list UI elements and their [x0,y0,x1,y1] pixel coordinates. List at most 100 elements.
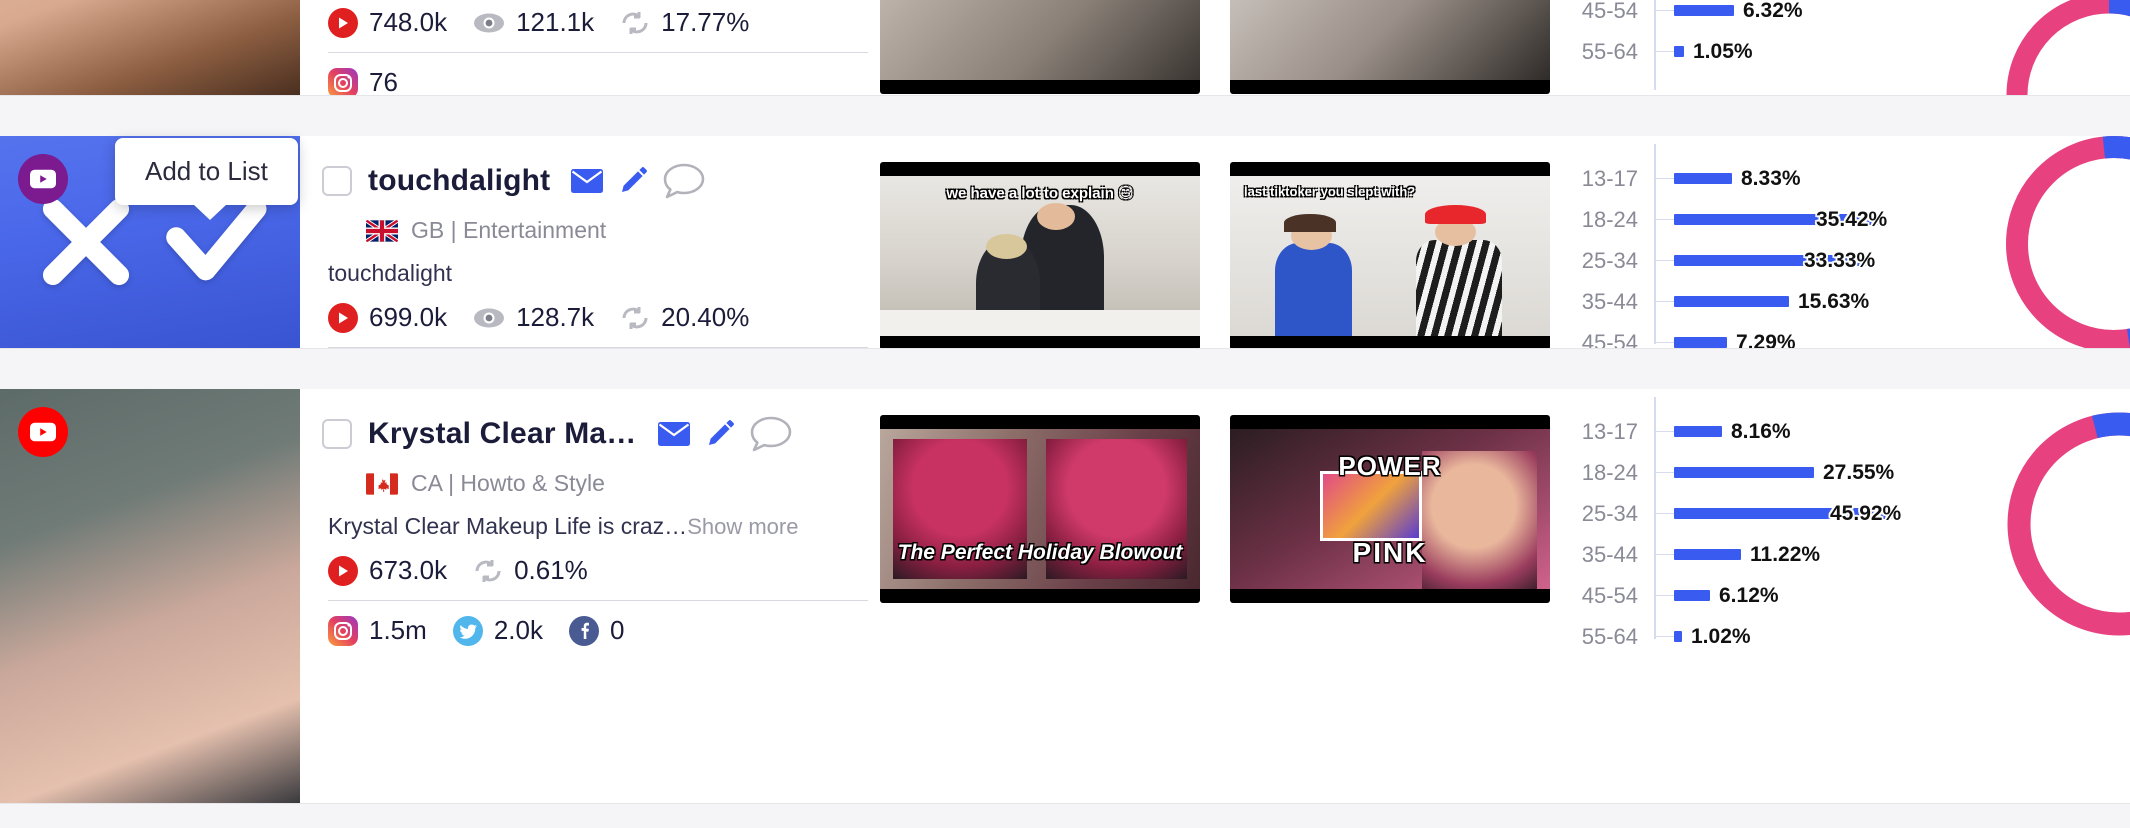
influencer-info: touchdalight GB | Entertainment touchdal… [300,136,880,393]
stat-item: 128.7k [473,302,594,333]
action-icons [657,415,793,453]
twitter-icon [452,615,483,646]
stats-row: 673.0k 0.61% [328,555,880,586]
bar-value: 35.42% [1816,207,1888,231]
thumbnail-caption: we have a lot to explain 😅 [946,185,1134,202]
row-separator [0,95,2130,137]
thumbnails [880,0,1560,95]
pencil-icon[interactable] [618,166,648,196]
social-item[interactable]: 1.5m [328,615,427,646]
video-thumbnail[interactable]: we have a lot to explain 😅 [880,162,1200,350]
age-label: 35-44 [1581,541,1638,567]
social-item[interactable]: 76 [328,67,398,98]
avatar[interactable] [0,389,300,803]
description: Krystal Clear Makeup Life is craz… Show … [328,513,880,540]
mail-icon[interactable] [657,421,691,447]
influencer-row[interactable]: 748.0k 121.1k 17.77% 76 45-54 6.32% 55-6… [0,0,2130,198]
age-label: 35-44 [1581,288,1638,314]
description: touchdalight [328,260,880,287]
tooltip-label: Add to List [145,156,268,186]
video-thumbnail[interactable]: POWER PINK [1230,415,1550,603]
bar-value: 8.33% [1741,166,1801,190]
social-item[interactable]: 2.0k [452,615,543,646]
stats-row: 748.0k 121.1k 17.77% [328,7,880,38]
gender-donut-chart: F M [1950,389,2130,803]
gender-donut-chart [1950,0,2130,198]
stat-value: 0.61% [514,555,588,585]
chart-bar-row: 25-34 33.33% [1560,240,1950,281]
action-icons [570,162,706,200]
youtube-platform-badge [18,407,68,457]
chart-bar-row: 55-64 1.02% [1560,616,1950,657]
thumbnail-caption: last tiktoker you slept with? [1244,184,1416,199]
donut-svg [2007,412,2130,636]
instagram-icon [328,615,358,646]
youtube-icon [30,422,56,442]
avatar-photo [0,0,300,95]
chart-bar-row: 18-24 27.55% [1560,452,1950,493]
chart-bar-row: 55-64 1.05% [1560,31,1950,72]
influencer-name[interactable]: touchdalight [368,164,550,198]
divider [328,52,868,53]
row-separator [0,803,2130,828]
age-label: 25-34 [1581,500,1638,526]
row-separator [0,348,2130,390]
divider [328,600,868,601]
influencer-list-page: 748.0k 121.1k 17.77% 76 45-54 6.32% 55-6… [0,0,2130,828]
eye-icon [473,306,505,330]
age-label: 18-24 [1581,206,1638,232]
location-category: GB | Entertainment [366,217,880,244]
influencer-info: Krystal Clear Ma… CA | Howto & Style Kry… [300,389,880,803]
facebook-icon [568,615,599,646]
stat-item: 17.77% [620,7,749,38]
show-more-link[interactable]: Show more [687,514,798,540]
social-item[interactable]: 0 [568,615,624,646]
stats-row: 699.0k 128.7k 20.40% [328,302,880,333]
avatar[interactable] [0,0,300,95]
youtube-icon [328,302,358,333]
donut-svg [2006,136,2130,352]
influencer-row[interactable]: Krystal Clear Ma… CA | Howto & Style Kry… [0,389,2130,803]
youtube-icon [328,555,358,586]
socials-row: 76 [328,67,880,98]
select-checkbox[interactable] [322,166,352,196]
bar-value: 8.16% [1731,419,1791,443]
engagement-icon [620,305,650,331]
chart-bar-row: 35-44 11.22% [1560,534,1950,575]
chart-bar-row: 35-44 15.63% [1560,281,1950,322]
age-distribution-chart: 13-17 8.16% 18-24 27.55% 25-34 45.92% 35… [1560,389,1950,803]
age-label: 45-54 [1581,582,1638,608]
bar-value: 11.22% [1750,542,1821,566]
gender-donut-chart: F M [1950,136,2130,352]
select-checkbox[interactable] [322,419,352,449]
pencil-icon[interactable] [705,419,735,449]
youtube-icon [30,169,56,189]
bar-value: 1.05% [1693,39,1753,63]
bar-value: 27.55% [1823,460,1895,484]
canada-flag [366,472,398,495]
video-thumbnail[interactable]: last tiktoker you slept with? [1230,162,1550,350]
stat-item: 20.40% [620,302,749,333]
comment-icon[interactable] [662,162,706,200]
eye-icon [473,11,505,35]
influencer-name[interactable]: Krystal Clear Ma… [368,417,637,451]
video-thumbnail[interactable] [1230,0,1550,94]
thumbnails: The Perfect Holiday Blowout POWER PINK [880,389,1560,803]
meta-text: GB | Entertainment [411,217,607,243]
video-thumbnail[interactable]: The Perfect Holiday Blowout [880,415,1200,603]
influencer-row[interactable]: touchdalight GB | Entertainment touchdal… [0,136,2130,393]
comment-icon[interactable] [749,415,793,453]
age-label: 18-24 [1581,459,1638,485]
bar-value: 6.12% [1719,583,1779,607]
description-text: Krystal Clear Makeup Life is craz… [328,513,688,539]
stat-item: 748.0k [328,7,447,38]
description-text: touchdalight [328,260,453,286]
bar-value: 6.32% [1743,0,1803,22]
mail-icon[interactable] [570,168,604,194]
chart-bar-row: 18-24 35.42% [1560,199,1950,240]
video-thumbnail[interactable] [880,0,1200,94]
bar-value: 15.63% [1798,289,1870,313]
age-label: 25-34 [1581,247,1638,273]
age-distribution-chart: 13-17 8.33% 18-24 35.42% 25-34 33.33% 35… [1560,136,1950,355]
uk-flag [366,219,398,242]
